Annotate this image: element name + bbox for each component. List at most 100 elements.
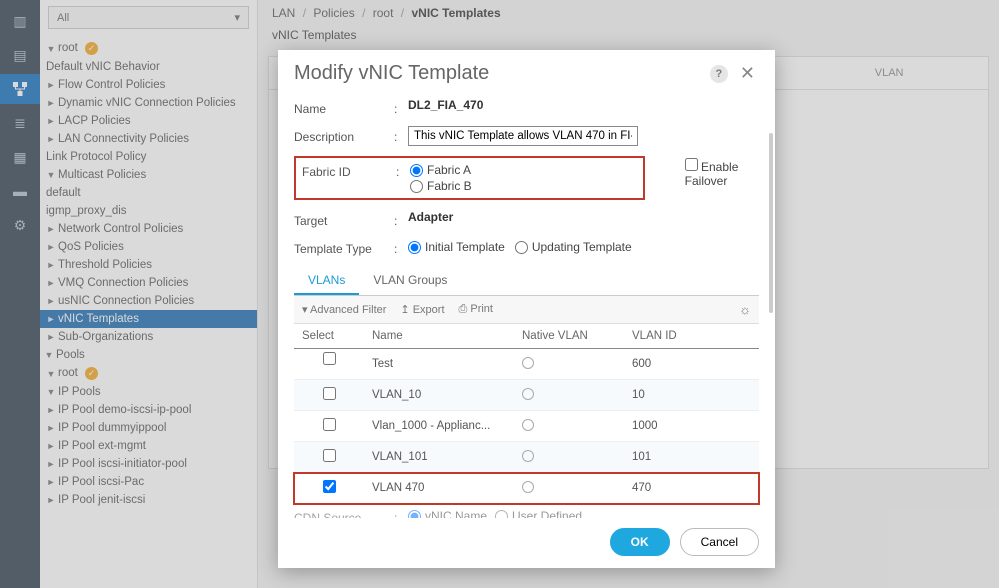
tree-item[interactable]: igmp_proxy_dis xyxy=(40,202,257,220)
main-col-vlan: VLAN xyxy=(802,67,976,79)
ok-button[interactable]: OK xyxy=(610,528,670,556)
vlan-id: 10 xyxy=(624,380,759,411)
vlan-row[interactable]: Test 600 xyxy=(294,349,759,380)
breadcrumb-item[interactable]: root xyxy=(373,6,394,20)
help-icon[interactable]: ? xyxy=(710,65,728,83)
export-button[interactable]: ↥ Export xyxy=(400,303,444,316)
tree-item[interactable]: LAN Connectivity Policies xyxy=(40,130,257,148)
nav-icon-lan[interactable] xyxy=(0,74,40,104)
row-name: Name : DL2_FIA_470 xyxy=(294,93,759,121)
tree-item[interactable]: QoS Policies xyxy=(40,238,257,256)
advanced-filter-button[interactable]: ▾ Advanced Filter xyxy=(302,303,386,316)
native-vlan-radio[interactable] xyxy=(522,450,534,462)
modify-vnic-template-dialog: Modify vNIC Template ? ✕ Name : DL2_FIA_… xyxy=(278,50,775,568)
vlan-row[interactable]: VLAN_101101 xyxy=(294,442,759,473)
root-badge-icon: ✓ xyxy=(85,42,98,55)
native-vlan-radio[interactable] xyxy=(522,419,534,431)
nav-icon-servers[interactable]: ▤ xyxy=(0,40,40,70)
tree-item[interactable]: default xyxy=(40,184,257,202)
print-button[interactable]: ⎙ Print xyxy=(459,303,493,316)
tree-root[interactable]: root ✓ xyxy=(40,39,257,58)
vlan-select-checkbox[interactable] xyxy=(323,449,336,462)
row-fabric: Fabric ID : Fabric A Fabric B Enable Fai… xyxy=(294,151,759,205)
tree-item[interactable]: IP Pool iscsi-initiator-pool xyxy=(40,455,257,473)
vlan-name: Vlan_1000 - Applianc... xyxy=(364,411,514,442)
breadcrumb-item[interactable]: Policies xyxy=(313,6,354,20)
tree-item[interactable]: usNIC Connection Policies xyxy=(40,292,257,310)
vlan-select-checkbox[interactable] xyxy=(323,352,336,365)
vlan-toolbar: ▾ Advanced Filter ↥ Export ⎙ Print ☼ xyxy=(294,296,759,324)
nav-icon-storage[interactable]: ▬ xyxy=(0,176,40,206)
tree-item[interactable]: VMQ Connection Policies xyxy=(40,274,257,292)
gear-icon[interactable]: ☼ xyxy=(739,302,751,317)
tree-item[interactable]: IP Pool iscsi-Pac xyxy=(40,473,257,491)
tree-item[interactable]: Multicast Policies xyxy=(40,166,257,184)
vlan-select-checkbox[interactable] xyxy=(323,418,336,431)
tree-item[interactable]: Default vNIC Behavior xyxy=(40,58,257,76)
tree-item[interactable]: Link Protocol Policy xyxy=(40,148,257,166)
left-icon-bar: ▥ ▤ ≣ ▦ ▬ ⚙ xyxy=(0,0,40,588)
cdn-vnic-radio[interactable]: vNIC Name xyxy=(408,509,487,518)
tree-item[interactable]: IP Pool jenit-iscsi xyxy=(40,491,257,509)
tree-item[interactable]: Flow Control Policies xyxy=(40,76,257,94)
scrollbar[interactable] xyxy=(769,133,773,313)
vlan-id: 600 xyxy=(624,349,759,380)
dialog-footer: OK Cancel xyxy=(278,518,775,568)
breadcrumb: LAN / Policies / root / vNIC Templates xyxy=(258,0,999,26)
nav-icon-san[interactable]: ≣ xyxy=(0,108,40,138)
nav-tree-panel: All ▾ root ✓ Default vNIC Behavior Flow … xyxy=(40,0,258,588)
name-value: DL2_FIA_470 xyxy=(404,98,759,112)
vlan-row[interactable]: VLAN 470470 xyxy=(294,473,759,504)
filter-dropdown[interactable]: All ▾ xyxy=(48,6,249,29)
tree-item[interactable]: IP Pool ext-mgmt xyxy=(40,437,257,455)
root-badge-icon: ✓ xyxy=(85,367,98,380)
dialog-header: Modify vNIC Template ? ✕ xyxy=(278,50,775,93)
tree-item[interactable]: IP Pool demo-iscsi-ip-pool xyxy=(40,401,257,419)
filter-wrapper: All ▾ xyxy=(48,6,249,29)
vlan-id: 101 xyxy=(624,442,759,473)
description-input[interactable] xyxy=(408,126,638,146)
col-id: VLAN ID xyxy=(624,324,759,349)
vlan-name: Test xyxy=(364,349,514,380)
vlan-table: Select Name Native VLAN VLAN ID Test600V… xyxy=(294,324,759,504)
tree-item[interactable]: Threshold Policies xyxy=(40,256,257,274)
tree-item[interactable]: Dynamic vNIC Connection Policies xyxy=(40,94,257,112)
col-name: Name xyxy=(364,324,514,349)
nav-icon-admin[interactable]: ⚙ xyxy=(0,210,40,240)
nav-icon-equipment[interactable]: ▥ xyxy=(0,6,40,36)
tab-vlan-groups[interactable]: VLAN Groups xyxy=(359,267,461,295)
fabric-a-radio[interactable]: Fabric A xyxy=(410,163,472,177)
chevron-down-icon: ▾ xyxy=(234,11,240,24)
close-icon[interactable]: ✕ xyxy=(736,63,759,84)
enable-failover-checkbox[interactable]: Enable Failover xyxy=(685,160,739,188)
tabs: VLANs VLAN Groups xyxy=(294,267,759,296)
cdn-user-radio[interactable]: User Defined xyxy=(495,509,582,518)
vlan-row[interactable]: VLAN_10 10 xyxy=(294,380,759,411)
updating-template-radio[interactable]: Updating Template xyxy=(515,240,632,254)
vlan-select-checkbox[interactable] xyxy=(323,480,336,493)
initial-template-radio[interactable]: Initial Template xyxy=(408,240,505,254)
native-vlan-radio[interactable] xyxy=(522,481,534,493)
tree-ip-pools[interactable]: IP Pools xyxy=(40,383,257,401)
native-vlan-radio[interactable] xyxy=(522,388,534,400)
tree-pools-root[interactable]: root ✓ xyxy=(40,364,257,383)
vlan-name: VLAN_10 xyxy=(364,380,514,411)
tree-item[interactable]: Network Control Policies xyxy=(40,220,257,238)
row-cdn: CDN Source : vNIC Name User Defined xyxy=(294,502,759,518)
row-template-type: Template Type : Initial Template Updatin… xyxy=(294,233,759,261)
breadcrumb-item[interactable]: LAN xyxy=(272,6,295,20)
tree-item[interactable]: LACP Policies xyxy=(40,112,257,130)
tab-vlans[interactable]: VLANs xyxy=(294,267,359,295)
breadcrumb-current: vNIC Templates xyxy=(411,6,500,20)
tree-item-vnic-templates[interactable]: vNIC Templates xyxy=(40,310,257,328)
tree-item[interactable]: IP Pool dummyippool xyxy=(40,419,257,437)
row-description: Description : xyxy=(294,121,759,151)
vlan-select-checkbox[interactable] xyxy=(323,387,336,400)
nav-icon-vm[interactable]: ▦ xyxy=(0,142,40,172)
cancel-button[interactable]: Cancel xyxy=(680,528,759,556)
fabric-b-radio[interactable]: Fabric B xyxy=(410,179,472,193)
tree-pools[interactable]: Pools xyxy=(40,346,257,364)
tree-item[interactable]: Sub-Organizations xyxy=(40,328,257,346)
native-vlan-radio[interactable] xyxy=(522,357,534,369)
vlan-row[interactable]: Vlan_1000 - Applianc...1000 xyxy=(294,411,759,442)
